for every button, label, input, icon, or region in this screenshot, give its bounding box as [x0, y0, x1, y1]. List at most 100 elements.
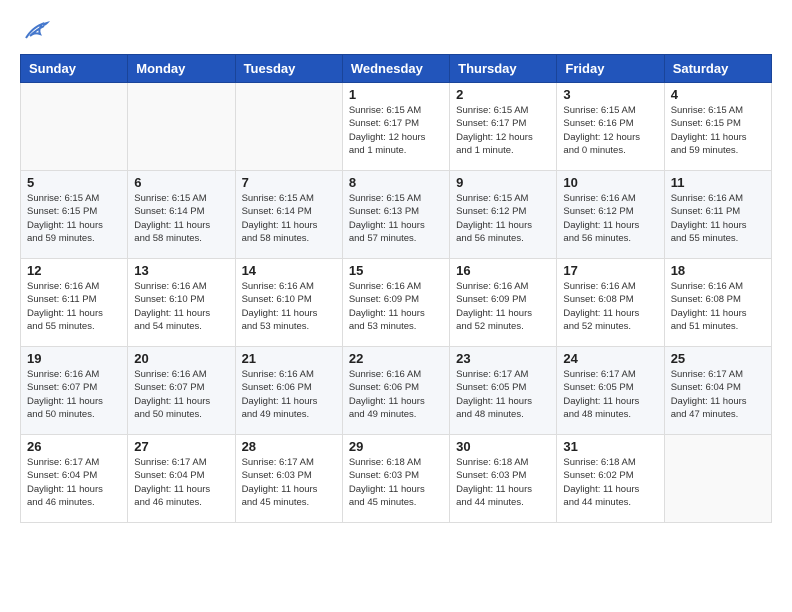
page-header	[20, 20, 772, 38]
calendar-cell	[664, 435, 771, 523]
calendar-cell: 6Sunrise: 6:15 AM Sunset: 6:14 PM Daylig…	[128, 171, 235, 259]
calendar-day-header: Saturday	[664, 55, 771, 83]
calendar-cell: 17 Sunrise: 6:16 AM Sunset: 6:08 PM Dayli…	[557, 259, 664, 347]
day-info: Sunrise: 6:17 AM Sunset: 6:05 PM Dayligh…	[456, 368, 550, 421]
calendar-day-header: Tuesday	[235, 55, 342, 83]
day-info: Sunrise: 6:16 AM Sunset: 6:08 PM Dayligh…	[563, 280, 657, 333]
calendar-week-row: 26 Sunrise: 6:17 AM Sunset: 6:04 PM Dayli…	[21, 435, 772, 523]
day-number: 5	[27, 175, 121, 190]
day-info: Sunrise: 6:15 AM Sunset: 6:13 PM Dayligh…	[349, 192, 443, 245]
day-info: Sunrise: 6:18 AM Sunset: 6:03 PM Dayligh…	[456, 456, 550, 509]
day-info: Sunrise: 6:15 AM Sunset: 6:14 PM Dayligh…	[134, 192, 228, 245]
day-info: Sunrise: 6:15 AM Sunset: 6:15 PM Dayligh…	[27, 192, 121, 245]
day-info: Sunrise: 6:16 AM Sunset: 6:08 PM Dayligh…	[671, 280, 765, 333]
logo-bird-icon	[22, 20, 50, 42]
calendar-cell: 26 Sunrise: 6:17 AM Sunset: 6:04 PM Dayli…	[21, 435, 128, 523]
calendar-day-header: Wednesday	[342, 55, 449, 83]
day-info: Sunrise: 6:17 AM Sunset: 6:04 PM Dayligh…	[671, 368, 765, 421]
day-number: 12	[27, 263, 121, 278]
calendar-cell: 2Sunrise: 6:15 AM Sunset: 6:17 PM Daylig…	[450, 83, 557, 171]
calendar-cell: 28Sunrise: 6:17 AM Sunset: 6:03 PM Dayli…	[235, 435, 342, 523]
calendar-cell: 23 Sunrise: 6:17 AM Sunset: 6:05 PM Dayli…	[450, 347, 557, 435]
day-number: 20	[134, 351, 228, 366]
day-info: Sunrise: 6:17 AM Sunset: 6:04 PM Dayligh…	[134, 456, 228, 509]
calendar-week-row: 12 Sunrise: 6:16 AM Sunset: 6:11 PM Dayli…	[21, 259, 772, 347]
day-number: 18	[671, 263, 765, 278]
day-info: Sunrise: 6:17 AM Sunset: 6:04 PM Dayligh…	[27, 456, 121, 509]
day-number: 7	[242, 175, 336, 190]
calendar-week-row: 19 Sunrise: 6:16 AM Sunset: 6:07 PM Dayli…	[21, 347, 772, 435]
day-number: 31	[563, 439, 657, 454]
day-info: Sunrise: 6:16 AM Sunset: 6:11 PM Dayligh…	[27, 280, 121, 333]
calendar-day-header: Monday	[128, 55, 235, 83]
day-number: 23	[456, 351, 550, 366]
day-info: Sunrise: 6:16 AM Sunset: 6:06 PM Dayligh…	[349, 368, 443, 421]
calendar-cell: 3 Sunrise: 6:15 AM Sunset: 6:16 PM Daylig…	[557, 83, 664, 171]
day-info: Sunrise: 6:15 AM Sunset: 6:14 PM Dayligh…	[242, 192, 336, 245]
calendar-week-row: 5 Sunrise: 6:15 AM Sunset: 6:15 PM Daylig…	[21, 171, 772, 259]
calendar-cell: 31Sunrise: 6:18 AM Sunset: 6:02 PM Dayli…	[557, 435, 664, 523]
day-info: Sunrise: 6:15 AM Sunset: 6:16 PM Dayligh…	[563, 104, 657, 157]
calendar-header-row: SundayMondayTuesdayWednesdayThursdayFrid…	[21, 55, 772, 83]
calendar-cell: 9 Sunrise: 6:15 AM Sunset: 6:12 PM Daylig…	[450, 171, 557, 259]
day-number: 10	[563, 175, 657, 190]
day-info: Sunrise: 6:16 AM Sunset: 6:06 PM Dayligh…	[242, 368, 336, 421]
day-number: 21	[242, 351, 336, 366]
day-number: 14	[242, 263, 336, 278]
calendar-cell	[128, 83, 235, 171]
day-number: 13	[134, 263, 228, 278]
logo	[20, 20, 50, 38]
day-info: Sunrise: 6:15 AM Sunset: 6:17 PM Dayligh…	[349, 104, 443, 157]
day-number: 1	[349, 87, 443, 102]
day-info: Sunrise: 6:16 AM Sunset: 6:11 PM Dayligh…	[671, 192, 765, 245]
calendar-cell: 22 Sunrise: 6:16 AM Sunset: 6:06 PM Dayli…	[342, 347, 449, 435]
day-info: Sunrise: 6:17 AM Sunset: 6:05 PM Dayligh…	[563, 368, 657, 421]
day-info: Sunrise: 6:16 AM Sunset: 6:09 PM Dayligh…	[456, 280, 550, 333]
day-number: 16	[456, 263, 550, 278]
day-info: Sunrise: 6:16 AM Sunset: 6:10 PM Dayligh…	[242, 280, 336, 333]
day-number: 3	[563, 87, 657, 102]
calendar-cell: 12 Sunrise: 6:16 AM Sunset: 6:11 PM Dayli…	[21, 259, 128, 347]
day-info: Sunrise: 6:17 AM Sunset: 6:03 PM Dayligh…	[242, 456, 336, 509]
day-number: 19	[27, 351, 121, 366]
calendar-cell: 10Sunrise: 6:16 AM Sunset: 6:12 PM Dayli…	[557, 171, 664, 259]
day-info: Sunrise: 6:15 AM Sunset: 6:17 PM Dayligh…	[456, 104, 550, 157]
day-number: 4	[671, 87, 765, 102]
calendar-cell: 11 Sunrise: 6:16 AM Sunset: 6:11 PM Dayli…	[664, 171, 771, 259]
day-number: 30	[456, 439, 550, 454]
day-number: 26	[27, 439, 121, 454]
day-number: 17	[563, 263, 657, 278]
calendar-cell	[21, 83, 128, 171]
calendar-day-header: Thursday	[450, 55, 557, 83]
day-number: 24	[563, 351, 657, 366]
day-info: Sunrise: 6:16 AM Sunset: 6:07 PM Dayligh…	[134, 368, 228, 421]
calendar-cell: 24 Sunrise: 6:17 AM Sunset: 6:05 PM Dayli…	[557, 347, 664, 435]
calendar-cell: 16 Sunrise: 6:16 AM Sunset: 6:09 PM Dayli…	[450, 259, 557, 347]
calendar-cell: 15Sunrise: 6:16 AM Sunset: 6:09 PM Dayli…	[342, 259, 449, 347]
day-number: 22	[349, 351, 443, 366]
day-info: Sunrise: 6:16 AM Sunset: 6:10 PM Dayligh…	[134, 280, 228, 333]
calendar-cell: 27Sunrise: 6:17 AM Sunset: 6:04 PM Dayli…	[128, 435, 235, 523]
calendar-day-header: Sunday	[21, 55, 128, 83]
calendar-cell: 20 Sunrise: 6:16 AM Sunset: 6:07 PM Dayli…	[128, 347, 235, 435]
day-info: Sunrise: 6:16 AM Sunset: 6:09 PM Dayligh…	[349, 280, 443, 333]
calendar-week-row: 1 Sunrise: 6:15 AM Sunset: 6:17 PM Daylig…	[21, 83, 772, 171]
calendar-cell: 5 Sunrise: 6:15 AM Sunset: 6:15 PM Daylig…	[21, 171, 128, 259]
calendar-cell: 1 Sunrise: 6:15 AM Sunset: 6:17 PM Daylig…	[342, 83, 449, 171]
calendar-cell: 29 Sunrise: 6:18 AM Sunset: 6:03 PM Dayli…	[342, 435, 449, 523]
calendar-cell: 25Sunrise: 6:17 AM Sunset: 6:04 PM Dayli…	[664, 347, 771, 435]
calendar-cell: 7 Sunrise: 6:15 AM Sunset: 6:14 PM Daylig…	[235, 171, 342, 259]
calendar-table: SundayMondayTuesdayWednesdayThursdayFrid…	[20, 54, 772, 523]
calendar-cell: 18 Sunrise: 6:16 AM Sunset: 6:08 PM Dayli…	[664, 259, 771, 347]
day-number: 9	[456, 175, 550, 190]
day-info: Sunrise: 6:15 AM Sunset: 6:12 PM Dayligh…	[456, 192, 550, 245]
calendar-cell: 21 Sunrise: 6:16 AM Sunset: 6:06 PM Dayli…	[235, 347, 342, 435]
calendar-cell: 8 Sunrise: 6:15 AM Sunset: 6:13 PM Daylig…	[342, 171, 449, 259]
day-number: 11	[671, 175, 765, 190]
day-number: 29	[349, 439, 443, 454]
calendar-day-header: Friday	[557, 55, 664, 83]
day-info: Sunrise: 6:18 AM Sunset: 6:03 PM Dayligh…	[349, 456, 443, 509]
calendar-cell	[235, 83, 342, 171]
day-number: 8	[349, 175, 443, 190]
calendar-cell: 19Sunrise: 6:16 AM Sunset: 6:07 PM Dayli…	[21, 347, 128, 435]
